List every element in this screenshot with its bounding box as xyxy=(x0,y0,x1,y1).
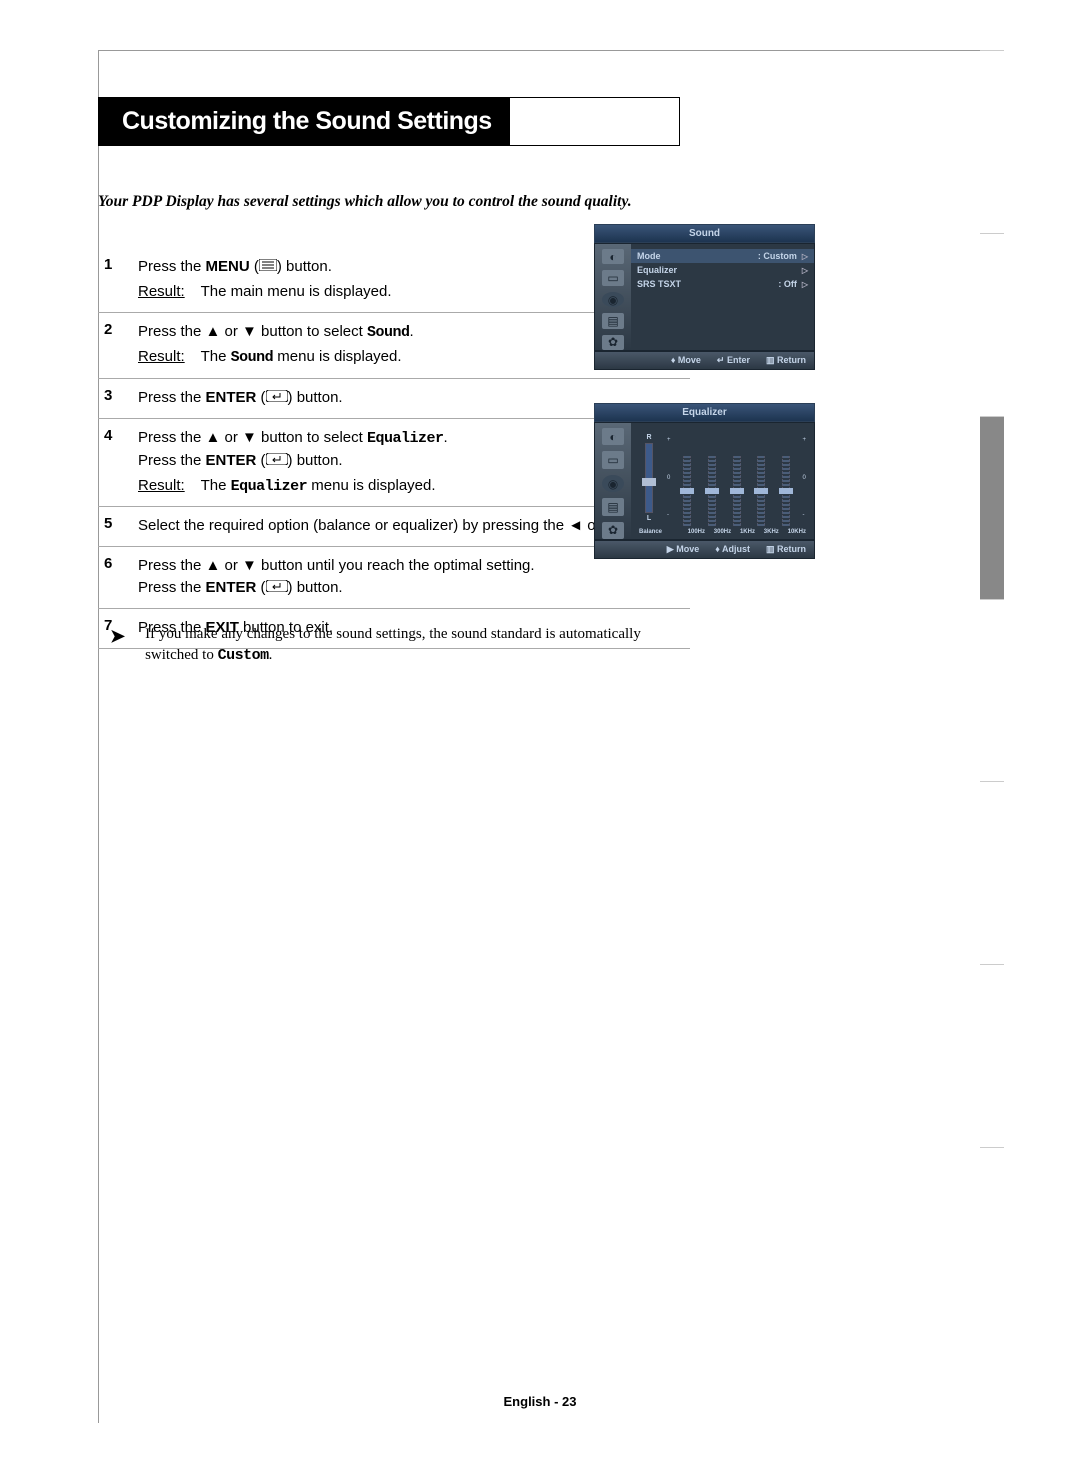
move-hint: ♦ Move xyxy=(671,355,701,366)
enter-hint: ↵ Enter xyxy=(717,355,750,366)
step-number: 5 xyxy=(98,515,138,537)
osd-row-equalizer: Equalizer ▷ xyxy=(631,263,814,277)
step-number: 2 xyxy=(98,321,138,370)
note-text: If you make any changes to the sound set… xyxy=(145,624,680,666)
enter-icon xyxy=(266,387,288,409)
input-icon: ✿ xyxy=(602,522,624,539)
osd-sidebar: ◐ ▭ ◉ ▤ ✿ xyxy=(595,244,631,350)
intro-text: Your PDP Display has several settings wh… xyxy=(98,192,638,213)
enter-icon xyxy=(266,450,288,472)
osd-title: Equalizer xyxy=(594,403,815,422)
note-arrow-icon: ➤ xyxy=(110,626,125,647)
step-number: 1 xyxy=(98,256,138,303)
osd-equalizer-menu: Equalizer ◐ ▭ ◉ ▤ ✿ R L + 0 - xyxy=(594,403,815,558)
step-number: 6 xyxy=(98,555,138,599)
eq-slider-3khz xyxy=(753,429,770,526)
eq-slider-1khz xyxy=(728,429,745,526)
input-icon: ✿ xyxy=(602,335,624,350)
move-hint: ▶ Move xyxy=(667,544,699,555)
title-bar: Customizing the Sound Settings xyxy=(98,97,680,146)
picture-icon: ◐ xyxy=(602,249,624,264)
menu-icon xyxy=(259,256,277,278)
setup-icon: ▤ xyxy=(602,313,624,328)
eq-slider-100hz xyxy=(679,429,696,526)
adjust-hint: ♦ Adjust xyxy=(715,544,750,555)
channel-icon: ◉ xyxy=(602,292,624,307)
osd-title: Sound xyxy=(594,224,815,243)
return-hint: ▥ Return xyxy=(766,544,806,555)
return-hint: ▥ Return xyxy=(766,355,806,366)
osd-footer: ▶ Move ♦ Adjust ▥ Return xyxy=(594,540,815,559)
page-title: Customizing the Sound Settings xyxy=(112,97,510,146)
eq-frequency-labels: Balance 100Hz 300Hz 1KHz 3KHz 10KHz xyxy=(639,529,806,535)
sound-icon: ▭ xyxy=(602,451,624,468)
osd-sound-menu: Sound ◐ ▭ ◉ ▤ ✿ Mode : Custom ▷ Equalize… xyxy=(594,224,815,370)
step-number: 3 xyxy=(98,387,138,409)
osd-footer: ♦ Move ↵ Enter ▥ Return xyxy=(594,351,815,370)
side-index-tabs xyxy=(980,50,1004,1330)
step-number: 4 xyxy=(98,427,138,497)
setup-icon: ▤ xyxy=(602,498,624,515)
note: ➤ If you make any changes to the sound s… xyxy=(110,624,680,666)
osd-sidebar: ◐ ▭ ◉ ▤ ✿ xyxy=(595,423,631,539)
channel-icon: ◉ xyxy=(602,475,624,492)
eq-slider-300hz xyxy=(703,429,720,526)
picture-icon: ◐ xyxy=(602,428,624,445)
step-body: Press the ▲ or ▼ button until you reach … xyxy=(138,555,690,599)
eq-slider-10khz xyxy=(778,429,795,526)
osd-row-srs: SRS TSXT : Off ▷ xyxy=(631,277,814,291)
balance-slider: R L xyxy=(639,429,659,526)
sound-icon: ▭ xyxy=(602,270,624,285)
page-footer: English - 23 xyxy=(0,1394,1080,1409)
osd-row-mode: Mode : Custom ▷ xyxy=(631,249,814,263)
enter-icon xyxy=(266,577,288,599)
